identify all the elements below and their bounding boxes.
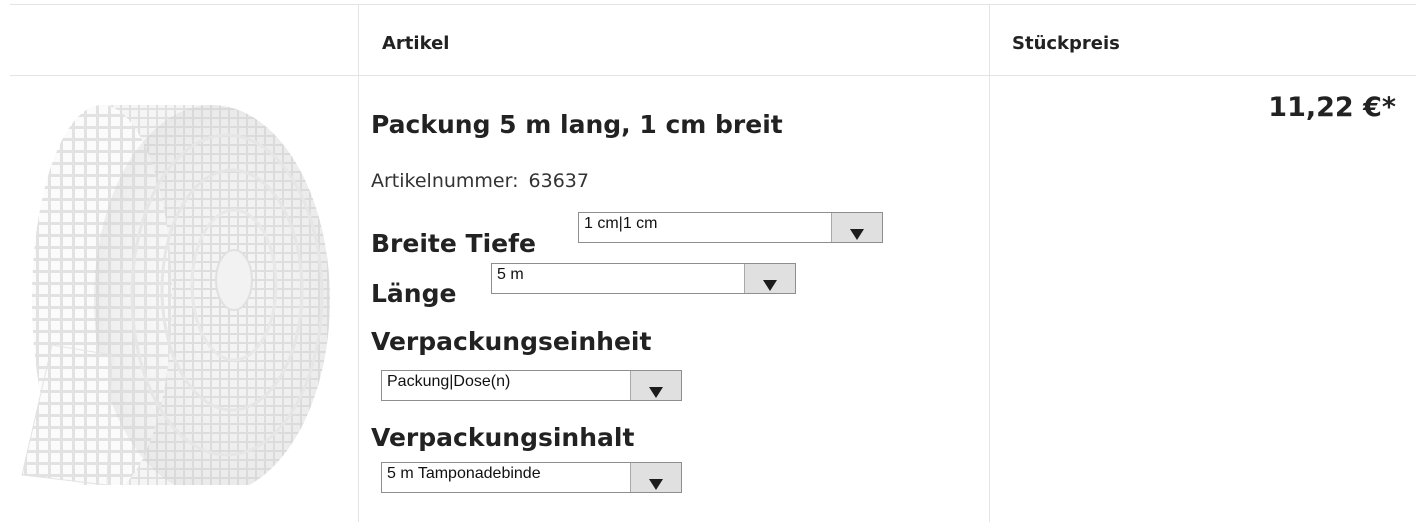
packaging-content-selected-value: 5 m Tamponadebinde	[387, 465, 541, 482]
article-number-row: Artikelnummer: 63637	[371, 170, 589, 192]
option-label-width-depth: Breite Tiefe	[371, 229, 536, 258]
triangle-down-icon	[649, 479, 663, 490]
length-selected-value: 5 m	[497, 266, 524, 283]
packaging-unit-select[interactable]: Packung|Dose(n)	[381, 370, 682, 401]
triangle-down-icon	[649, 387, 663, 398]
header-unit-price: Stückpreis	[1012, 33, 1120, 54]
column-divider	[358, 5, 359, 522]
width-depth-select[interactable]: 1 cm|1 cm	[578, 212, 883, 243]
length-select[interactable]: 5 m	[491, 263, 796, 294]
column-divider	[989, 5, 990, 522]
packaging-content-select[interactable]: 5 m Tamponadebinde	[381, 462, 682, 493]
article-number-value: 63637	[528, 170, 589, 192]
option-label-length: Länge	[371, 279, 457, 308]
unit-price: 11,22 €*	[1268, 92, 1396, 123]
packaging-unit-dropdown-button[interactable]	[630, 371, 681, 400]
width-depth-selected-value: 1 cm|1 cm	[584, 215, 658, 232]
triangle-down-icon	[763, 280, 777, 291]
width-depth-dropdown-button[interactable]	[831, 213, 882, 242]
option-label-packaging-unit: Verpackungseinheit	[371, 327, 652, 356]
packaging-unit-selected-value: Packung|Dose(n)	[387, 373, 511, 390]
product-title[interactable]: Packung 5 m lang, 1 cm breit	[371, 110, 783, 139]
article-number-label: Artikelnummer:	[371, 170, 519, 192]
length-dropdown-button[interactable]	[744, 264, 795, 293]
header-row-divider	[10, 75, 1416, 76]
header-article: Artikel	[382, 33, 450, 54]
triangle-down-icon	[850, 229, 864, 240]
option-label-packaging-content: Verpackungsinhalt	[371, 423, 635, 452]
product-image[interactable]	[12, 90, 332, 495]
packaging-content-dropdown-button[interactable]	[630, 463, 681, 492]
